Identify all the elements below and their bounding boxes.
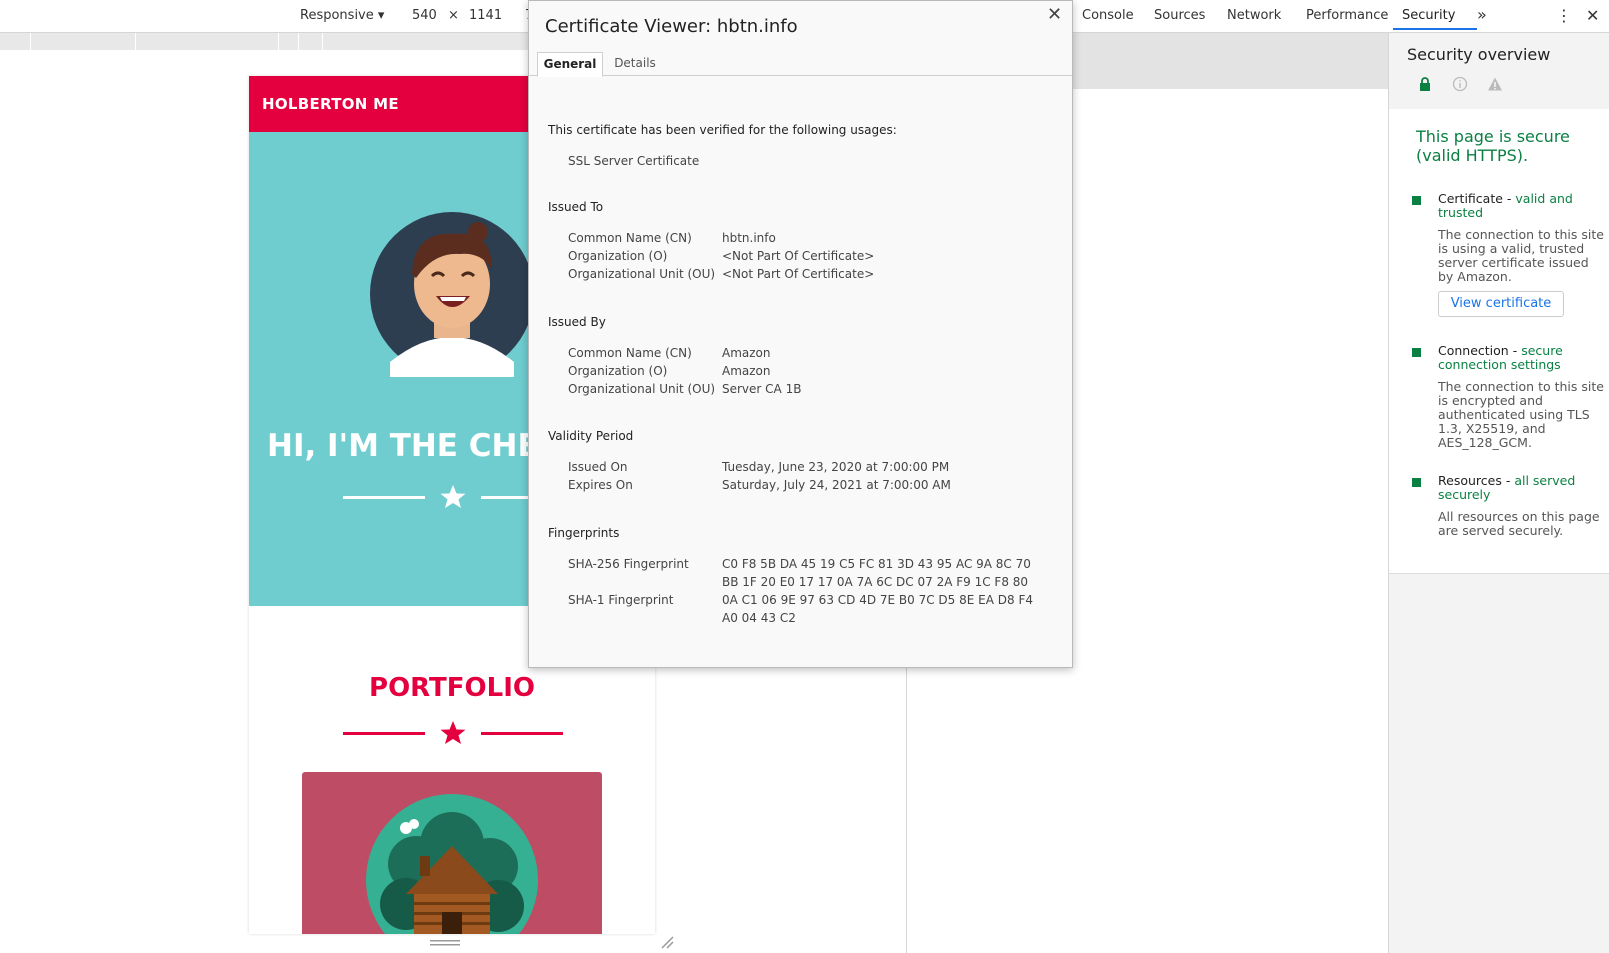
issued-on-label: Issued On [568,460,628,474]
sha1-value-line1: 0A C1 06 9E 97 63 CD 4D 7E B0 7C D5 8E E… [722,593,1033,607]
warning-icon[interactable] [1487,76,1503,92]
dimension-times: × [448,8,459,23]
tab-general[interactable]: General [537,52,603,77]
issued-on-value: Tuesday, June 23, 2020 at 7:00:00 PM [722,460,950,474]
usage-heading: This certificate has been verified for t… [548,123,897,137]
connection-description: The connection to this site is encrypted… [1438,379,1604,450]
active-tab-indicator [1393,28,1477,30]
issued-to-ou-value: <Not Part Of Certificate> [722,267,875,281]
issued-by-o-label: Organization (O) [568,364,668,378]
sha1-label: SHA-1 Fingerprint [568,593,674,607]
issued-to-cn-value: hbtn.info [722,231,776,245]
certificate-dash: - [1502,191,1516,206]
sha1-value-line2: A0 04 43 C2 [722,611,796,625]
issued-by-heading: Issued By [548,315,606,329]
certificate-status-bullet [1412,196,1421,205]
view-certificate-button[interactable]: View certificate [1438,291,1564,317]
hero-title: HI, I'M THE CHE [267,428,539,464]
device-mode-select[interactable]: Responsive ▾ [300,8,384,23]
certificate-heading: Certificate - valid and trusted [1438,192,1608,220]
portfolio-card[interactable] [302,772,602,934]
portfolio-title: PORTFOLIO [369,673,535,703]
tab-security[interactable]: Security [1402,8,1455,23]
resources-status-bullet [1412,478,1421,487]
security-overview-title: Security overview [1407,45,1551,64]
certificate-description: The connection to this site is using a v… [1438,227,1604,284]
issued-by-ou-label: Organizational Unit (OU) [568,382,716,396]
resources-description: All resources on this page are served se… [1438,509,1600,538]
issued-to-ou-label: Organizational Unit (OU) [568,267,716,281]
issued-to-heading: Issued To [548,200,604,214]
issued-to-o-label: Organization (O) [568,249,668,263]
tab-console[interactable]: Console [1082,8,1134,23]
more-tabs-icon[interactable]: » [1477,5,1487,24]
lock-icon[interactable] [1417,76,1433,92]
usage-value: SSL Server Certificate [568,154,700,168]
height-input[interactable]: 1141 [469,8,502,23]
security-content [1389,109,1609,574]
issued-to-o-value: <Not Part Of Certificate> [722,249,875,263]
connection-heading: Connection - secure connection settings [1438,344,1608,372]
expires-on-label: Expires On [568,478,633,492]
star-divider-portfolio [343,721,563,744]
devtools-header-bg [1060,33,1388,89]
issued-by-o-value: Amazon [722,364,771,378]
kebab-menu-icon[interactable]: ⋮ [1556,6,1572,25]
tab-network[interactable]: Network [1227,8,1281,23]
fingerprints-heading: Fingerprints [548,526,620,540]
close-icon[interactable]: ✕ [1047,4,1062,25]
validity-heading: Validity Period [548,429,634,443]
tab-sources[interactable]: Sources [1154,8,1205,23]
site-brand[interactable]: HOLBERTON ME [262,95,399,113]
certificate-viewer-title: Certificate Viewer: hbtn.info [545,16,798,37]
resources-label: Resources [1438,473,1502,488]
avatar-illustration [370,212,534,377]
device-mode-label: Responsive [300,8,374,23]
issued-to-cn-label: Common Name (CN) [568,231,692,245]
issued-by-ou-value: Server CA 1B [722,382,802,396]
connection-status-bullet [1412,348,1421,357]
issued-by-cn-value: Amazon [722,346,771,360]
connection-dash: - [1508,343,1522,358]
resize-handle-icon[interactable] [430,940,460,946]
secure-message: This page is secure (valid HTTPS). [1416,127,1570,165]
sha256-value-line2: BB 1F 20 E0 17 17 0A 7A 6C DC 07 2A F9 1… [722,575,1029,589]
expires-on-value: Saturday, July 24, 2021 at 7:00:00 AM [722,478,951,492]
sha256-label: SHA-256 Fingerprint [568,557,689,571]
close-devtools-icon[interactable]: ✕ [1586,6,1599,25]
tab-details[interactable]: Details [610,52,660,75]
resources-dash: - [1501,473,1515,488]
connection-label: Connection [1438,343,1509,358]
resources-heading: Resources - all served securely [1438,474,1608,502]
info-icon[interactable] [1452,76,1468,92]
cabin-illustration [366,794,538,934]
tab-performance[interactable]: Performance [1306,8,1388,23]
corner-resize-icon[interactable] [660,935,674,949]
certificate-label: Certificate [1438,191,1503,206]
sha256-value-line1: C0 F8 5B DA 45 19 C5 FC 81 3D 43 95 AC 9… [722,557,1031,571]
width-input[interactable]: 540 [412,8,437,23]
issued-by-cn-label: Common Name (CN) [568,346,692,360]
